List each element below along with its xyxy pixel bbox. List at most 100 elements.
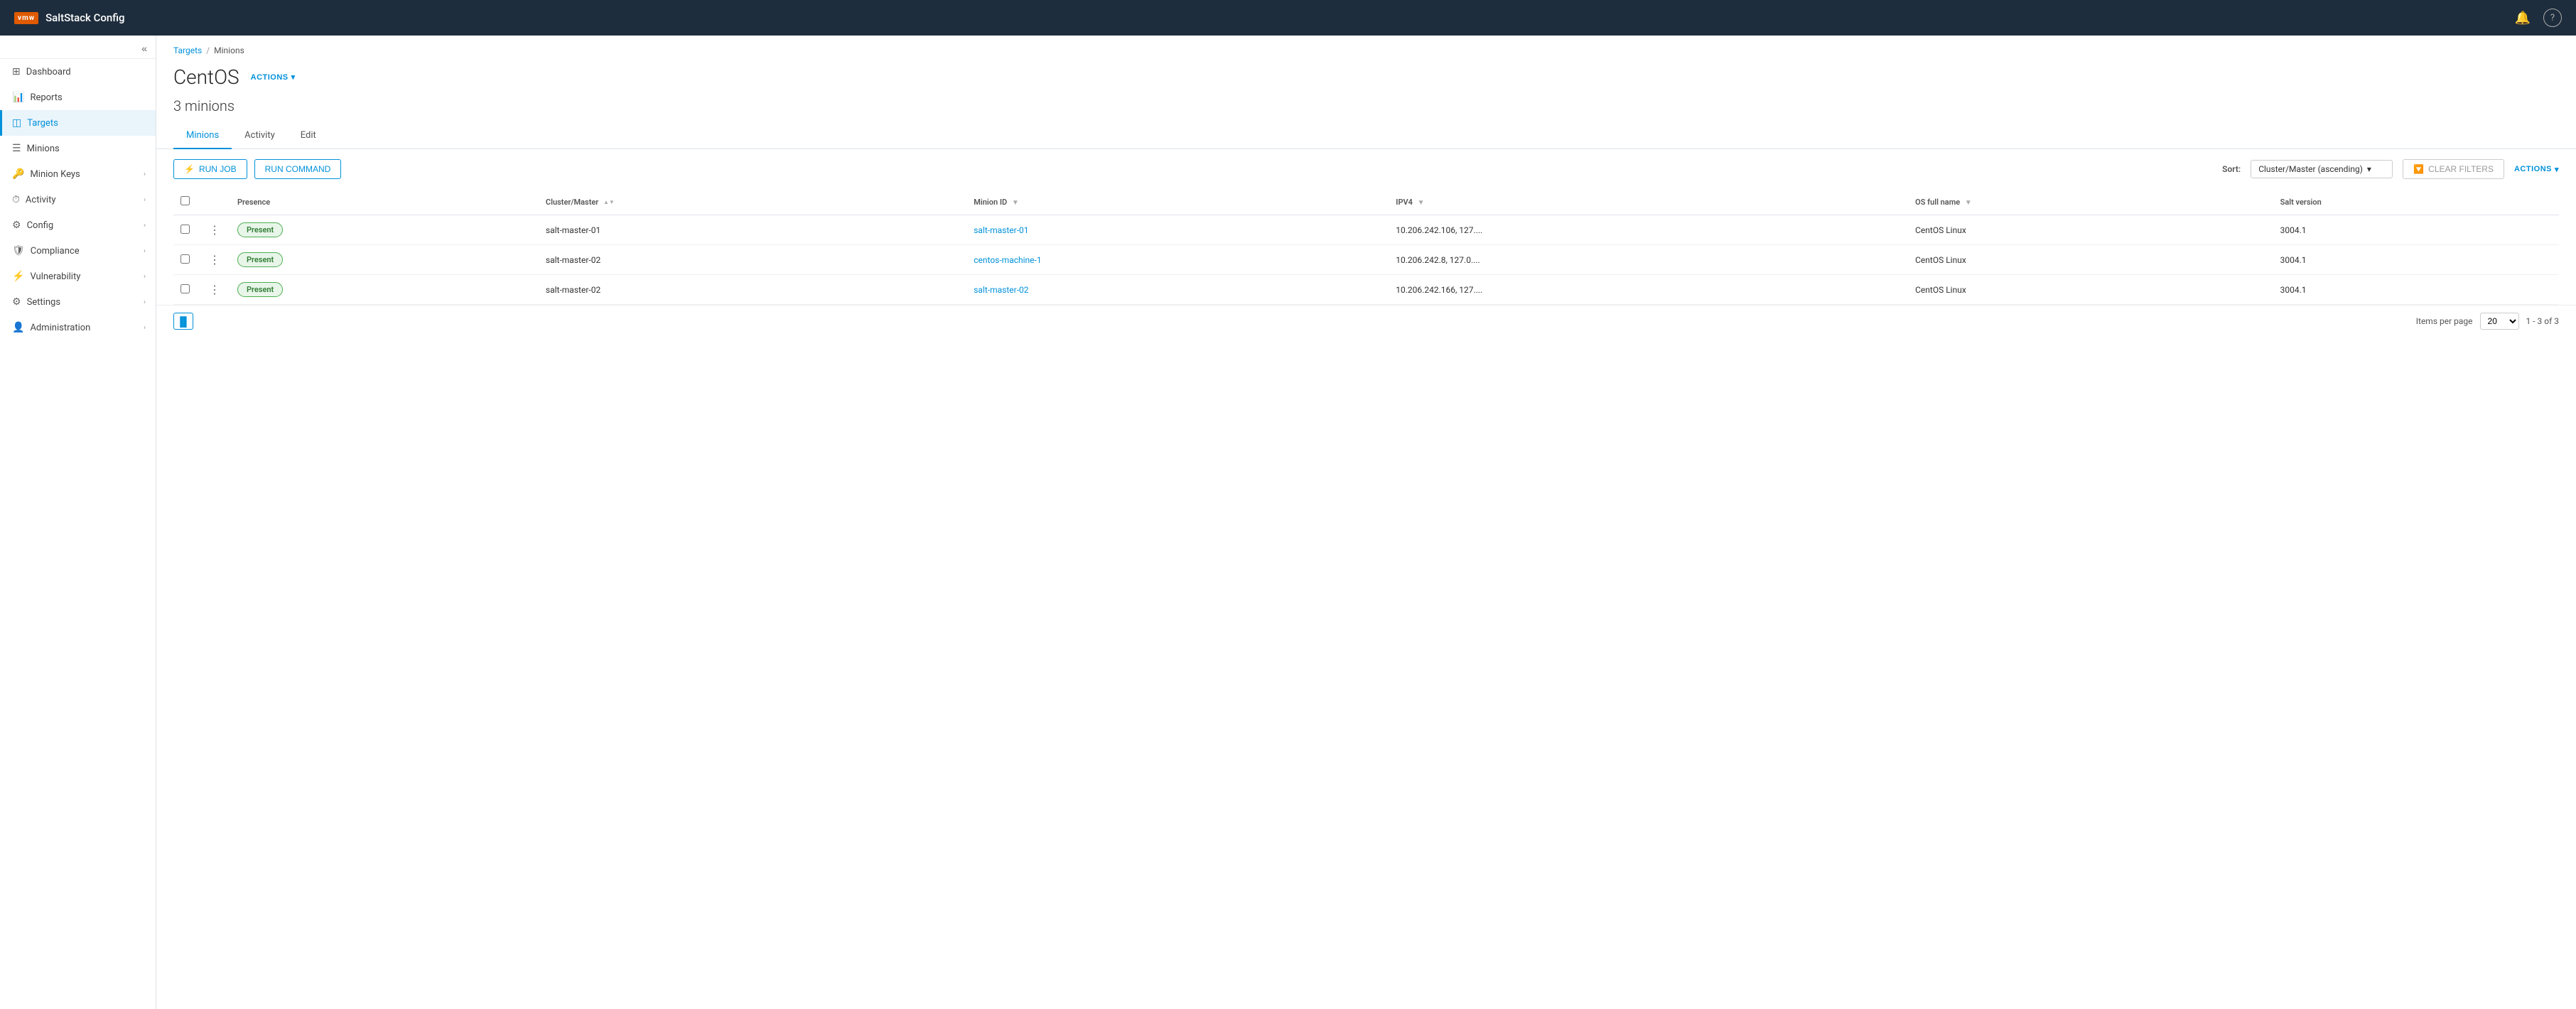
sidebar-item-settings[interactable]: ⚙ Settings › [0,289,156,315]
page-title: CentOS [173,65,239,89]
sidebar-collapse-button[interactable]: « [141,43,147,54]
row-salt-version-2: 3004.1 [2273,275,2559,305]
select-all-checkbox[interactable] [180,196,190,205]
activity-chevron: › [144,196,146,204]
tab-minions[interactable]: Minions [173,123,232,149]
row-os-full-name-2: CentOS Linux [1908,275,2273,305]
breadcrumb-targets-link[interactable]: Targets [173,45,202,55]
row-cluster-master-2: salt-master-02 [539,275,966,305]
column-toggle-button[interactable]: ▐▌ [173,313,193,330]
table-actions-button[interactable]: ACTIONS ▾ [2514,165,2559,174]
actions-label: ACTIONS [251,73,289,82]
topnav-left: vmw SaltStack Config [14,11,125,24]
sidebar-item-activity[interactable]: ⏱ Activity › [0,187,156,212]
breadcrumb-current: Minions [214,45,244,55]
row-dots-button-2[interactable]: ⋮ [206,283,223,297]
toolbar-left: ⚡ RUN JOB RUN COMMAND [173,159,341,179]
sort-label: Sort: [2222,164,2241,174]
sidebar-item-dashboard[interactable]: ⊞ Dashboard [0,59,156,85]
tab-edit[interactable]: Edit [288,123,329,149]
help-icon[interactable]: ? [2543,9,2562,27]
row-checkbox-1[interactable] [180,254,190,264]
clear-filters-label: CLEAR FILTERS [2428,164,2494,174]
sort-chevron-icon: ▾ [2367,164,2371,174]
sort-icons-cluster-master[interactable]: ▲▼ [603,199,615,205]
col-header-ipv4[interactable]: IPV4 ▼ [1389,189,1908,215]
administration-chevron: › [144,324,146,332]
sidebar-item-minions[interactable]: ☰ Minions [0,136,156,161]
sort-select[interactable]: Cluster/Master (ascending) ▾ [2251,160,2393,178]
settings-chevron: › [144,298,146,306]
sidebar-item-compliance[interactable]: 🛡 Compliance › [0,238,156,264]
minions-count: 3 minions [156,96,2576,123]
breadcrumb: Targets / Minions [156,36,2576,60]
run-command-label: RUN COMMAND [265,164,331,174]
col-header-minion-id[interactable]: Minion ID ▼ [966,189,1389,215]
row-ipv4-2: 10.206.242.166, 127.... [1389,275,1908,305]
row-dots-button-0[interactable]: ⋮ [206,223,223,237]
table-actions-label: ACTIONS [2514,165,2552,173]
sidebar-item-reports[interactable]: 📊 Reports [0,85,156,110]
col-header-cluster-master[interactable]: Cluster/Master ▲▼ [539,189,966,215]
table-actions-chevron-icon: ▾ [2555,165,2559,174]
row-presence-2: Present [230,275,539,305]
row-checkbox-2[interactable] [180,284,190,293]
tabs-bar: Minions Activity Edit [156,123,2576,149]
vmware-logo: vmw [14,12,38,24]
row-checkbox-cell-1 [173,245,199,275]
clear-filters-button[interactable]: 🔽 CLEAR FILTERS [2403,159,2504,179]
footer-right: Items per page 20 50 100 1 - 3 of 3 [2416,313,2559,330]
sidebar-label-activity: Activity [26,195,56,205]
targets-icon: ◫ [12,117,21,129]
sidebar-item-config[interactable]: ⚙ Config › [0,212,156,238]
run-job-icon: ⚡ [184,164,195,174]
page-header: CentOS ACTIONS ▾ [156,60,2576,96]
compliance-chevron: › [144,247,146,255]
minion-keys-icon: 🔑 [12,168,24,180]
row-dots-button-1[interactable]: ⋮ [206,253,223,267]
filter-icon-minion-id[interactable]: ▼ [1012,199,1019,207]
table-header-row: Presence Cluster/Master ▲▼ Minion ID ▼ [173,189,2559,215]
sidebar-label-targets: Targets [27,118,58,129]
items-per-page-label: Items per page [2416,316,2473,326]
col-minion-id-label: Minion ID [974,198,1007,207]
sidebar-label-config: Config [27,220,54,231]
bell-icon[interactable]: 🔔 [2515,11,2531,26]
row-checkbox-0[interactable] [180,225,190,234]
sidebar-label-dashboard: Dashboard [26,67,71,77]
minion-id-link-0[interactable]: salt-master-01 [974,225,1028,235]
tab-activity[interactable]: Activity [232,123,288,149]
table-body: ⋮ Present salt-master-01 salt-master-01 … [173,215,2559,305]
minion-keys-chevron: › [144,171,146,178]
table-row: ⋮ Present salt-master-02 salt-master-02 … [173,275,2559,305]
row-cluster-master-0: salt-master-01 [539,215,966,245]
row-os-full-name-1: CentOS Linux [1908,245,2273,275]
row-minion-id-1: centos-machine-1 [966,245,1389,275]
minions-icon: ☰ [12,143,21,154]
filter-icon-ipv4[interactable]: ▼ [1418,199,1425,207]
row-cluster-master-1: salt-master-02 [539,245,966,275]
col-salt-version-label: Salt version [2280,198,2322,207]
activity-icon: ⏱ [12,194,20,205]
sidebar-item-minion-keys[interactable]: 🔑 Minion Keys › [0,161,156,187]
table-row: ⋮ Present salt-master-02 centos-machine-… [173,245,2559,275]
col-presence-label: Presence [237,198,270,207]
sidebar-item-targets[interactable]: ◫ Targets [0,110,156,136]
row-checkbox-cell-0 [173,215,199,245]
vulnerability-chevron: › [144,273,146,281]
sidebar-item-vulnerability[interactable]: ⚡ Vulnerability › [0,264,156,289]
col-cluster-master-label: Cluster/Master [546,198,598,207]
minion-id-link-1[interactable]: centos-machine-1 [974,255,1041,265]
sidebar-item-administration[interactable]: 👤 Administration › [0,315,156,340]
actions-button[interactable]: ACTIONS ▾ [251,72,296,82]
dashboard-icon: ⊞ [12,66,21,77]
items-per-page-select[interactable]: 20 50 100 [2480,313,2519,330]
sidebar-collapse-area: « [0,36,156,59]
run-command-button[interactable]: RUN COMMAND [254,159,342,179]
minion-id-link-2[interactable]: salt-master-02 [974,285,1028,295]
presence-badge-1: Present [237,252,283,267]
col-header-os-full-name[interactable]: OS full name ▼ [1908,189,2273,215]
sidebar-label-reports: Reports [30,92,62,103]
run-job-button[interactable]: ⚡ RUN JOB [173,159,247,179]
filter-icon-os-full-name[interactable]: ▼ [1965,199,1972,207]
